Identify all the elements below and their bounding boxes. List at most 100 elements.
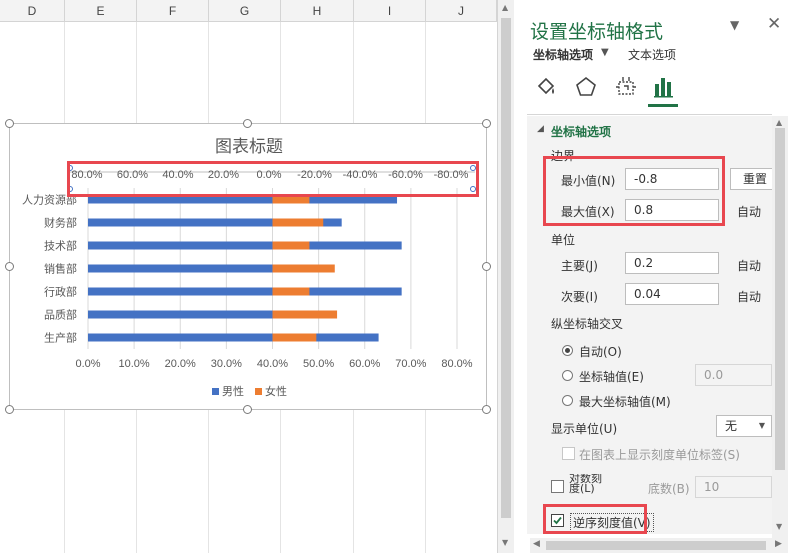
worksheet[interactable]: D E F G H I J 图表标题 0.0% 10.0% 20.0% 30.0% 40… (0, 0, 497, 553)
format-axis-pane: 设置坐标轴格式 ▼ ✕ 坐标轴选项 ▼ 文本选项 ◢ 坐标轴选项 边界 最小值(… (515, 0, 790, 553)
bar-female (272, 241, 310, 250)
pane-hscroll-thumb[interactable] (546, 541, 766, 550)
cross-value-label[interactable]: 坐标轴值(E) (579, 368, 644, 385)
major-label: 主要(J) (561, 259, 598, 273)
primary-axis-tick-label: 30.0% (211, 358, 242, 370)
scroll-up-icon[interactable]: ▲ (776, 118, 782, 127)
display-units-value: 无 (725, 419, 738, 433)
column-header-i[interactable]: I (354, 0, 426, 22)
category-label: 生产部 (44, 331, 77, 345)
bar-male (88, 241, 402, 250)
scroll-down-icon[interactable]: ▼ (776, 522, 782, 531)
primary-axis-tick-label: 70.0% (395, 358, 426, 370)
bar-male (88, 287, 402, 296)
column-header-f[interactable]: F (137, 0, 209, 22)
bar-female (272, 310, 338, 319)
display-units-label: 显示单位(U) (551, 422, 618, 436)
bar-female (272, 287, 310, 296)
vertical-axis-cross-label: 纵坐标轴交叉 (551, 317, 624, 331)
category-label: 财务部 (44, 216, 77, 230)
minor-auto-button[interactable]: 自动 (737, 288, 761, 305)
column-header-j[interactable]: J (426, 0, 497, 22)
close-icon[interactable]: ✕ (767, 14, 781, 34)
primary-axis-tick-label: 80.0% (441, 358, 472, 370)
primary-axis-tick-label: 60.0% (349, 358, 380, 370)
resize-handle-right[interactable] (482, 262, 491, 271)
collapse-icon[interactable]: ◢ (537, 124, 544, 134)
effects-icon[interactable] (573, 74, 599, 100)
tab-axis-options[interactable]: 坐标轴选项 (533, 46, 593, 63)
max-auto-button[interactable]: 自动 (737, 203, 761, 220)
pane-scroll-thumb[interactable] (775, 128, 785, 470)
chart-area[interactable]: 图表标题 0.0% 10.0% 20.0% 30.0% 40.0% 50.0% 60.0% 7… (9, 123, 487, 410)
category-label: 销售部 (44, 262, 77, 276)
show-units-checkbox[interactable] (562, 447, 575, 460)
category-label: 技术部 (44, 239, 77, 253)
legend-label-female: 女性 (265, 384, 287, 398)
log-scale-checkbox[interactable] (551, 480, 564, 493)
primary-axis-tick-label: 20.0% (165, 358, 196, 370)
bounds-highlight (543, 156, 725, 226)
pane-horizontal-scrollbar[interactable]: ◀ ▶ (530, 538, 788, 553)
resize-handle-left[interactable] (5, 262, 14, 271)
legend-swatch-male (212, 388, 219, 395)
column-header-h[interactable]: H (281, 0, 354, 22)
scroll-left-icon[interactable]: ◀ (533, 539, 540, 549)
fill-line-icon[interactable] (533, 74, 559, 100)
primary-axis-tick-label: 40.0% (257, 358, 288, 370)
resize-handle-bottom-left[interactable] (5, 405, 14, 414)
bar-female (272, 333, 317, 342)
pane-body: ◢ 坐标轴选项 边界 最小值(N) -0.8 重置 最大值(X) 0.8 自动 … (527, 116, 772, 534)
legend-label-male: 男性 (222, 384, 244, 398)
reset-button[interactable]: 重置 (730, 168, 772, 190)
pane-divider (527, 114, 772, 115)
major-unit-input[interactable]: 0.2 (625, 252, 719, 274)
axis-options-icon[interactable] (651, 74, 677, 100)
resize-handle-top-left[interactable] (5, 119, 14, 128)
cross-auto-label[interactable]: 自动(O) (579, 343, 622, 360)
resize-handle-top-right[interactable] (482, 119, 491, 128)
column-header-bar: D E F G H I J (0, 0, 497, 22)
display-units-select[interactable]: 无 ▼ (716, 415, 772, 437)
cross-value-radio[interactable] (562, 370, 573, 381)
column-header-g[interactable]: G (209, 0, 281, 22)
bar-female (272, 264, 335, 273)
base-input[interactable]: 10 (695, 476, 772, 498)
legend-swatch-female (255, 388, 262, 395)
major-auto-button[interactable]: 自动 (737, 257, 761, 274)
size-properties-icon[interactable] (613, 74, 639, 100)
bar-female (272, 218, 324, 227)
bar-male (88, 333, 379, 342)
column-header-e[interactable]: E (65, 0, 137, 22)
cross-auto-radio[interactable] (562, 345, 573, 356)
scroll-thumb[interactable] (501, 18, 511, 518)
reverse-order-highlight (543, 504, 647, 534)
primary-axis-tick-label: 0.0% (75, 358, 100, 370)
scroll-right-icon[interactable]: ▶ (775, 539, 782, 549)
resize-handle-bottom[interactable] (243, 405, 252, 414)
selected-tool-indicator (648, 104, 678, 107)
cross-max-radio[interactable] (562, 395, 573, 406)
tab-text-options[interactable]: 文本选项 (628, 46, 676, 63)
pane-vertical-scrollbar[interactable]: ▲ ▼ (772, 116, 788, 538)
log-scale-label[interactable]: 对数刻度(L) (569, 474, 609, 495)
column-header-d[interactable]: D (0, 0, 65, 22)
bar-male (88, 310, 291, 319)
scroll-up-icon[interactable]: ▲ (502, 3, 508, 12)
resize-handle-top[interactable] (243, 119, 252, 128)
category-label: 行政部 (44, 285, 77, 299)
cross-value-input[interactable]: 0.0 (695, 364, 772, 386)
bar-male (88, 264, 296, 273)
pane-title: 设置坐标轴格式 (530, 21, 664, 43)
cross-max-label[interactable]: 最大坐标轴值(M) (579, 393, 671, 410)
category-label: 品质部 (44, 308, 77, 322)
chevron-down-icon: ▼ (758, 421, 765, 430)
chevron-down-icon[interactable]: ▼ (601, 47, 609, 58)
pane-options-icon[interactable]: ▼ (730, 18, 739, 32)
minor-unit-input[interactable]: 0.04 (625, 283, 719, 305)
scroll-down-icon[interactable]: ▼ (502, 538, 508, 547)
section-title[interactable]: 坐标轴选项 (551, 123, 611, 140)
sheet-vertical-scrollbar[interactable]: ▲ ▼ (497, 0, 514, 553)
resize-handle-bottom-right[interactable] (482, 405, 491, 414)
primary-axis-tick-label: 10.0% (119, 358, 150, 370)
